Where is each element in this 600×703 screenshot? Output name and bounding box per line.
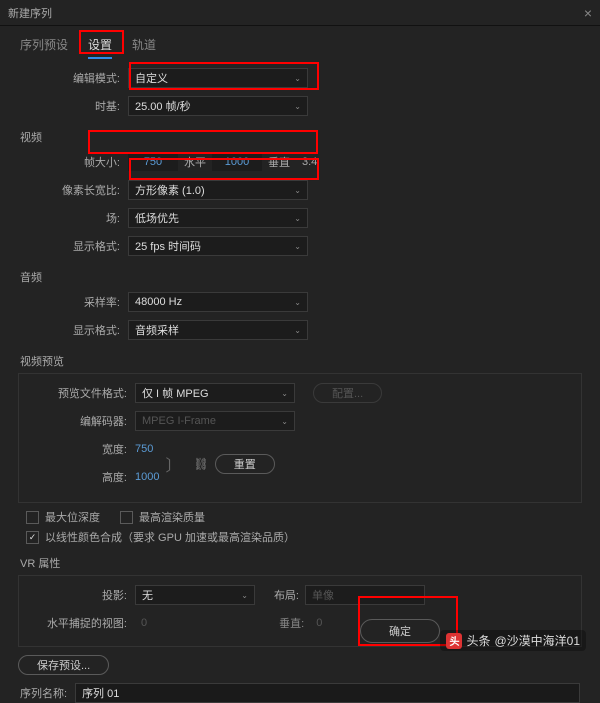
chevron-down-icon: ⌄ — [241, 591, 248, 600]
preview-width-value[interactable]: 750 — [135, 443, 153, 455]
vr-hfov-label: 水平捕捉的视图: — [25, 615, 135, 631]
config-button[interactable]: 配置... — [313, 383, 382, 403]
vr-proj-label: 投影: — [25, 587, 135, 603]
par-label: 像素长宽比: — [18, 182, 128, 198]
video-section: 视频 — [20, 129, 582, 145]
chevron-down-icon: ⌄ — [294, 186, 301, 195]
video-display-dropdown[interactable]: 25 fps 时间码⌄ — [128, 236, 308, 256]
chevron-down-icon: ⌄ — [294, 102, 301, 111]
preview-format-dropdown[interactable]: 仅 I 帧 MPEG⌄ — [135, 383, 295, 403]
tab-tracks[interactable]: 轨道 — [132, 36, 156, 59]
maxdepth-checkbox[interactable] — [26, 511, 39, 524]
vertical-label: 垂直 — [262, 154, 296, 170]
toutiao-icon: 头 — [446, 633, 462, 649]
chevron-down-icon: ⌄ — [281, 417, 288, 426]
aspect-ratio: 3:4 — [296, 156, 323, 168]
samplerate-label: 采样率: — [18, 294, 128, 310]
samplerate-dropdown[interactable]: 48000 Hz⌄ — [128, 292, 308, 312]
vr-section: VR 属性 — [20, 555, 582, 571]
audio-display-label: 显示格式: — [18, 322, 128, 338]
bracket-icon: 〕 — [159, 452, 187, 476]
edit-mode-label: 编辑模式: — [18, 70, 128, 86]
chevron-down-icon: ⌄ — [281, 389, 288, 398]
edit-mode-dropdown[interactable]: 自定义⌄ — [128, 68, 308, 88]
frame-height-input[interactable] — [212, 153, 262, 171]
reset-button[interactable]: 重置 — [215, 454, 275, 474]
par-dropdown[interactable]: 方形像素 (1.0)⌄ — [128, 180, 308, 200]
maxquality-label: 最高渲染质量 — [139, 509, 205, 525]
ok-button[interactable]: 确定 — [360, 619, 440, 643]
maxdepth-label: 最大位深度 — [45, 509, 100, 525]
video-display-label: 显示格式: — [18, 238, 128, 254]
chevron-down-icon: ⌄ — [294, 214, 301, 223]
chevron-down-icon: ⌄ — [294, 74, 301, 83]
codec-dropdown: MPEG I-Frame⌄ — [135, 411, 295, 431]
vr-layout-dropdown: 单像⌄ — [305, 585, 425, 605]
linear-label: 以线性颜色合成（要求 GPU 加速或最高渲染品质） — [45, 529, 295, 545]
preview-format-label: 预览文件格式: — [25, 385, 135, 401]
save-preset-button[interactable]: 保存预设... — [18, 655, 109, 675]
timebase-dropdown[interactable]: 25.00 帧/秒⌄ — [128, 96, 308, 116]
preview-height-value[interactable]: 1000 — [135, 471, 159, 483]
window-title: 新建序列 — [8, 5, 52, 21]
preview-section: 视频预览 — [20, 353, 582, 369]
maxquality-checkbox[interactable] — [120, 511, 133, 524]
link-icon[interactable]: ⛓ — [188, 457, 215, 471]
framesize-label: 帧大小: — [18, 154, 128, 170]
audio-display-dropdown[interactable]: 音频采样⌄ — [128, 320, 308, 340]
chevron-down-icon: ⌄ — [294, 242, 301, 251]
timebase-label: 时基: — [18, 98, 128, 114]
horizontal-label: 水平 — [178, 154, 212, 170]
linear-checkbox[interactable] — [26, 531, 39, 544]
chevron-down-icon: ⌄ — [294, 298, 301, 307]
close-icon[interactable]: × — [584, 5, 592, 21]
tab-settings[interactable]: 设置 — [88, 36, 112, 59]
sequence-name-input[interactable] — [75, 683, 580, 703]
vr-vfov-label: 垂直: — [273, 615, 310, 631]
preview-height-label: 高度: — [25, 469, 135, 485]
fields-label: 场: — [18, 210, 128, 226]
vr-proj-dropdown[interactable]: 无⌄ — [135, 585, 255, 605]
chevron-down-icon: ⌄ — [411, 591, 418, 600]
tab-preset[interactable]: 序列预设 — [20, 36, 68, 59]
vr-layout-label: 布局: — [255, 587, 305, 603]
vr-hfov-value: 0 — [135, 617, 153, 629]
preview-width-label: 宽度: — [25, 441, 135, 457]
fields-dropdown[interactable]: 低场优先⌄ — [128, 208, 308, 228]
vr-vfov-value: 0 — [310, 617, 328, 629]
frame-width-input[interactable] — [128, 153, 178, 171]
watermark: 头 头条 @沙漠中海洋01 — [440, 630, 586, 651]
chevron-down-icon: ⌄ — [294, 326, 301, 335]
audio-section: 音频 — [20, 269, 582, 285]
codec-label: 编解码器: — [25, 413, 135, 429]
sequence-name-label: 序列名称: — [20, 685, 75, 701]
